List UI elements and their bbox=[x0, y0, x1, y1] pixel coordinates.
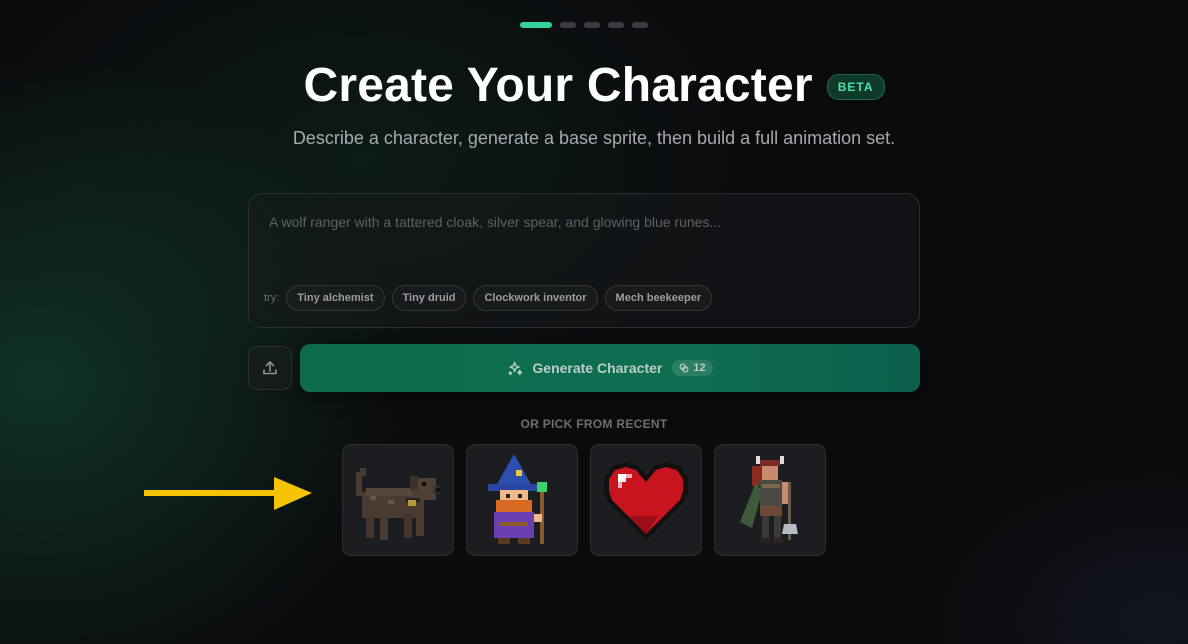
step-dot bbox=[560, 22, 576, 28]
recent-characters-grid bbox=[342, 444, 826, 556]
step-indicator bbox=[520, 22, 648, 28]
title-row: Create Your Character BETA bbox=[0, 58, 1188, 113]
upload-icon bbox=[263, 361, 277, 375]
prompt-box: try: Tiny alchemist Tiny druid Clockwork… bbox=[248, 193, 920, 328]
recent-section-label: OR PICK FROM RECENT bbox=[520, 417, 668, 431]
page-title: Create Your Character bbox=[303, 59, 813, 112]
sparkles-icon bbox=[508, 361, 523, 375]
credit-icon bbox=[679, 363, 689, 373]
step-dot bbox=[584, 22, 600, 28]
step-dot-active bbox=[520, 22, 552, 28]
upload-button[interactable] bbox=[248, 346, 292, 390]
recent-character-heart[interactable] bbox=[590, 444, 702, 556]
try-label: try: bbox=[264, 292, 280, 304]
character-description-input[interactable] bbox=[269, 214, 889, 230]
recent-character-dog[interactable] bbox=[342, 444, 454, 556]
credit-cost-value: 12 bbox=[693, 362, 706, 374]
generate-character-button[interactable]: Generate Character 12 bbox=[300, 344, 920, 392]
step-dot bbox=[632, 22, 648, 28]
annotation-arrow bbox=[144, 477, 312, 510]
credit-cost-badge: 12 bbox=[672, 360, 713, 376]
suggestion-row: try: Tiny alchemist Tiny druid Clockwork… bbox=[264, 285, 713, 311]
recent-character-warrior[interactable] bbox=[714, 444, 826, 556]
recent-character-wizard[interactable] bbox=[466, 444, 578, 556]
suggestion-chip-tiny-alchemist[interactable]: Tiny alchemist bbox=[286, 285, 385, 311]
suggestion-chip-clockwork-inventor[interactable]: Clockwork inventor bbox=[473, 285, 598, 311]
warrior-sprite-icon bbox=[740, 456, 798, 543]
beta-badge: BETA bbox=[826, 73, 885, 100]
suggestion-chip-mech-beekeeper[interactable]: Mech beekeeper bbox=[604, 285, 713, 311]
step-dot bbox=[608, 22, 624, 28]
suggestion-chip-tiny-druid[interactable]: Tiny druid bbox=[391, 285, 467, 311]
generate-label: Generate Character bbox=[532, 360, 663, 376]
heart-sprite-icon bbox=[604, 462, 688, 540]
dog-sprite-icon bbox=[356, 468, 440, 540]
page-subtitle: Describe a character, generate a base sp… bbox=[292, 128, 896, 148]
wizard-sprite-icon bbox=[488, 454, 547, 544]
